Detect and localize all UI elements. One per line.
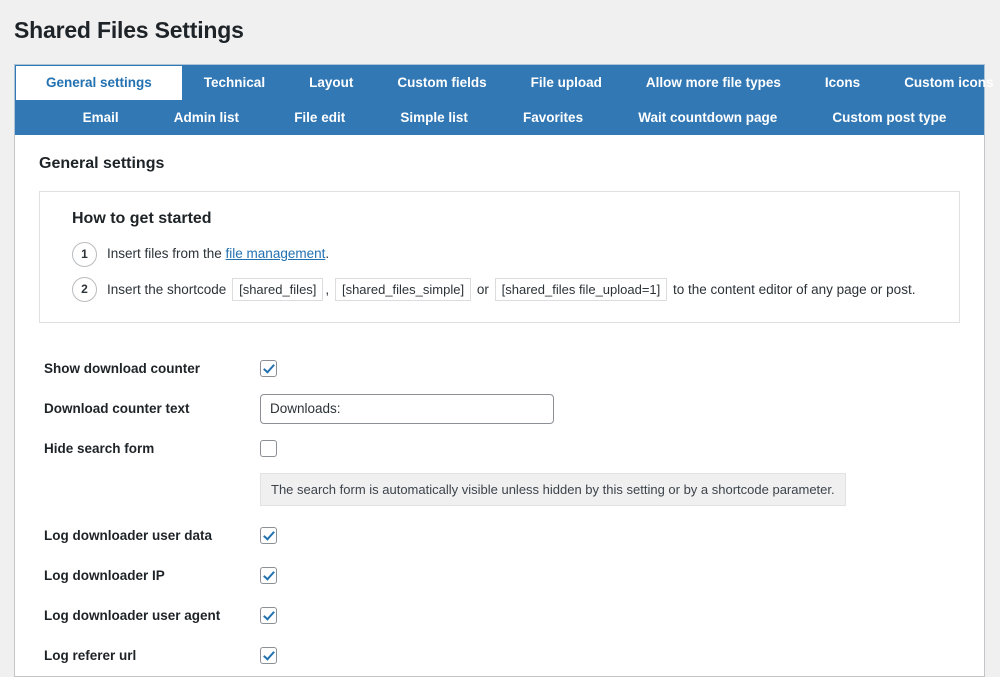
tab-allow-more-file-types[interactable]: Allow more file types [624, 65, 803, 100]
setting-hint: The search form is automatically visible… [260, 472, 846, 506]
started-step-1: 1 Insert files from the file management. [72, 241, 941, 267]
setting-label: Hide search form [44, 441, 155, 457]
setting-row: Log downloader user data [44, 516, 960, 556]
tab-general-settings[interactable]: General settings [16, 65, 182, 100]
setting-row: Log downloader user agent [44, 596, 960, 636]
checkbox-hide-search-form[interactable] [260, 440, 277, 458]
setting-label: Log downloader user data [44, 528, 213, 544]
setting-control [260, 647, 960, 665]
setting-control [260, 607, 960, 625]
setting-label: Log referer url [44, 648, 137, 664]
step-1-text-after: . [325, 246, 330, 262]
tab-wait-countdown-page[interactable]: Wait countdown page [622, 100, 793, 135]
step-2-text-after: to the content editor of any page or pos… [673, 281, 916, 297]
setting-row: Log referer url [44, 636, 960, 676]
tab-custom-post-type[interactable]: Custom post type [816, 100, 962, 135]
setting-control [260, 360, 960, 378]
tab-file-upload[interactable]: File upload [509, 65, 624, 100]
checkbox-log-downloader-user-agent[interactable] [260, 607, 277, 625]
setting-row: Show download counter [44, 349, 960, 389]
setting-control [260, 393, 960, 424]
tab-email[interactable]: Email [67, 100, 135, 135]
setting-label: Download counter text [44, 401, 190, 417]
shortcode-separator-or: or [476, 281, 489, 297]
file-management-link[interactable]: file management [226, 246, 326, 261]
checkbox-log-downloader-user-data[interactable] [260, 527, 277, 545]
shortcode-chip-default[interactable]: [shared_files] [232, 277, 324, 302]
shortcode-chip-simple[interactable]: [shared_files_simple] [334, 277, 472, 302]
setting-hint-row: The search form is automatically visible… [44, 469, 960, 516]
tab-file-edit[interactable]: File edit [278, 100, 361, 135]
tab-bar: General settings Technical Layout Custom fi… [14, 63, 993, 135]
setting-label: Show download counter [44, 361, 200, 377]
how-to-get-started-card: How to get started 1 Insert files from t… [39, 190, 960, 323]
setting-control [260, 527, 960, 545]
step-2-text: Insert the shortcode [shared_files], [sh… [107, 277, 916, 302]
tab-custom-icons[interactable]: Custom icons [882, 65, 1000, 100]
how-to-get-started-title: How to get started [72, 209, 212, 227]
setting-row: Log downloader IP [44, 556, 960, 596]
tab-icons[interactable]: Icons [803, 65, 882, 100]
tab-layout[interactable]: Layout [287, 65, 375, 100]
shortcode-chip-file-upload[interactable]: [shared_files file_upload=1] [494, 277, 668, 302]
step-2-text-before: Insert the shortcode [107, 281, 227, 297]
tab-admin-list[interactable]: Admin list [158, 100, 255, 135]
checkbox-log-downloader-ip[interactable] [260, 567, 277, 585]
tab-favorites[interactable]: Favorites [507, 100, 599, 135]
setting-row: Download counter text [44, 389, 960, 429]
setting-label: Log downloader user agent [44, 608, 221, 624]
tab-row-primary: General settings Technical Layout Custom fi… [15, 65, 993, 100]
input-download-counter-text[interactable] [260, 393, 554, 424]
step-number-badge: 1 [72, 241, 97, 267]
settings-form: Show download counter Download counter te… [39, 349, 960, 676]
setting-label: Log downloader IP [44, 568, 165, 584]
section-heading: General settings [39, 154, 165, 172]
tab-simple-list[interactable]: Simple list [384, 100, 484, 135]
step-1-text: Insert files from the file management. [107, 244, 329, 264]
shortcode-separator-comma: , [325, 281, 330, 297]
tab-row-secondary: Email Admin list File edit Simple list Favor… [15, 100, 984, 135]
checkbox-log-referer-url[interactable] [260, 647, 277, 665]
setting-control [260, 440, 960, 458]
setting-row: Hide search form [44, 429, 960, 469]
hint-spacer [44, 469, 260, 516]
step-1-text-before: Insert files from the [107, 246, 226, 262]
tab-technical[interactable]: Technical [182, 65, 287, 100]
step-number-badge: 2 [72, 276, 97, 302]
started-step-2: 2 Insert the shortcode [shared_files], [… [72, 276, 941, 302]
setting-control [260, 567, 960, 585]
page-title: Shared Files Settings [14, 17, 244, 43]
tab-custom-fields[interactable]: Custom fields [375, 65, 508, 100]
settings-panel: General settings How to get started 1 In… [14, 134, 985, 677]
checkbox-show-download-counter[interactable] [260, 360, 277, 378]
